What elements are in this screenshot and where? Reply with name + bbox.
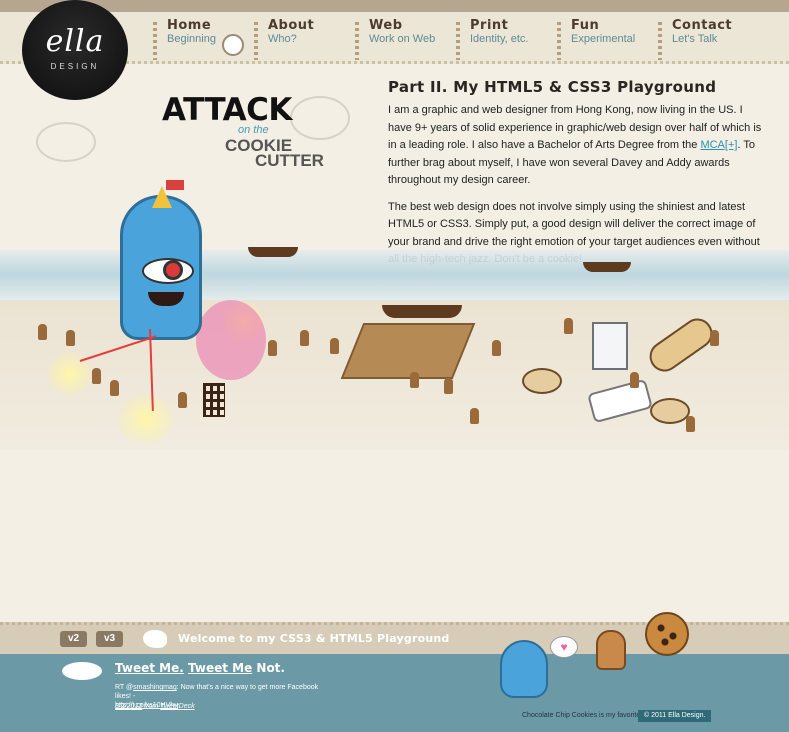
intro-content: Part II. My HTML5 & CSS3 Playground I am… — [388, 78, 768, 278]
mini-monster-illustration — [500, 640, 548, 698]
version-v2-button[interactable]: v2 — [60, 631, 88, 647]
boat-illustration — [248, 247, 298, 257]
tweet-meta: 8/2/2012 from TweetDeck — [115, 703, 195, 710]
cookie-soldier — [710, 330, 719, 346]
cookie-soldier — [492, 340, 501, 356]
cloud-swirl — [290, 96, 350, 140]
cookie-soldier — [92, 368, 101, 384]
nav-contact[interactable]: Contact Let's Talk — [658, 18, 732, 64]
cookie-soldier — [110, 380, 119, 396]
mca-link[interactable]: MCA[+] — [700, 139, 737, 151]
cookie-soldier — [38, 324, 47, 340]
cookie-soldier — [410, 372, 419, 388]
fridge-illustration — [592, 322, 628, 370]
bird-nest-icon — [62, 662, 102, 680]
logo-sub: DESIGN — [50, 62, 100, 71]
cookie-soldier — [444, 378, 453, 394]
boat-illustration — [583, 262, 631, 272]
nav-print-label: Print — [470, 18, 509, 33]
nav-contact-sub: Let's Talk — [672, 33, 718, 45]
chocolate-cookie-illustration — [645, 612, 689, 656]
logo-word: ella — [45, 24, 105, 59]
tweet-date-link[interactable]: 8/2/2012 — [115, 703, 142, 710]
heart-bubble-icon: ♥ — [550, 636, 578, 658]
tweet-source-link[interactable]: TweetDeck — [160, 703, 195, 710]
nav-home-sub: Beginning — [167, 33, 216, 45]
sack-illustration — [522, 368, 562, 394]
beam-effect — [196, 300, 266, 380]
welcome-text: Welcome to my CSS3 & HTML5 Playground — [178, 632, 450, 645]
logo[interactable]: ella DESIGN — [22, 0, 128, 100]
nav-web-label: Web — [369, 18, 403, 33]
tweet-from: from — [142, 703, 161, 710]
cookie-soldier — [66, 330, 75, 346]
cookie-tray-illustration — [340, 323, 476, 379]
flag-icon — [166, 180, 184, 190]
hero-title-attack: ATTACK — [162, 92, 292, 128]
favorite-note: Chocolate Chip Cookies is my favorite! — [522, 712, 643, 719]
siege-tower-illustration — [203, 383, 225, 417]
tweet-me-link-2[interactable]: Tweet Me — [188, 661, 252, 675]
gingerbread-illustration — [596, 630, 626, 670]
cookie-soldier — [268, 340, 277, 356]
page-title: Part II. My HTML5 & CSS3 Playground — [388, 78, 717, 96]
boat-illustration — [382, 305, 462, 318]
glow-effect — [118, 394, 174, 444]
tweet-heading-suffix: Not. — [252, 661, 285, 675]
mascot-icon — [222, 34, 244, 56]
tweet-handle-link[interactable]: smashingmag — [133, 684, 177, 691]
nav-fun-sub: Experimental — [571, 33, 636, 45]
nav-fun[interactable]: Fun Experimental — [557, 18, 635, 64]
nav-about[interactable]: About Who? — [254, 18, 314, 64]
hero-title-cutter: CUTTER — [255, 151, 324, 170]
nav-print[interactable]: Print Identity, etc. — [456, 18, 529, 64]
nav-web-sub: Work on Web — [369, 33, 436, 45]
nav-about-label: About — [268, 18, 315, 33]
cookie-soldier — [686, 416, 695, 432]
tweet-rt: RT @ — [115, 684, 134, 691]
cookie-soldier — [564, 318, 573, 334]
top-strip — [0, 0, 789, 12]
cloud-swirl — [36, 122, 96, 162]
nav-fun-label: Fun — [571, 18, 600, 33]
nav-home[interactable]: Home Beginning — [153, 18, 216, 64]
twitter-bird-icon — [143, 630, 167, 648]
cookie-soldier — [470, 408, 479, 424]
tweet-heading: Tweet Me. Tweet Me Not. — [115, 661, 285, 675]
sack-illustration — [650, 398, 690, 424]
nav-home-label: Home — [167, 18, 212, 33]
cookie-soldier — [178, 392, 187, 408]
version-v3-button[interactable]: v3 — [96, 631, 124, 647]
nav-web[interactable]: Web Work on Web — [355, 18, 435, 64]
hero-title-on-the: on the — [238, 124, 269, 136]
nav-about-sub: Who? — [268, 33, 297, 45]
cookie-soldier — [630, 372, 639, 388]
tweet-me-link[interactable]: Tweet Me. — [115, 661, 184, 675]
nav-contact-label: Contact — [672, 18, 733, 33]
monster-pupil — [163, 260, 183, 280]
cookie-soldier — [300, 330, 309, 346]
cookie-soldier — [330, 338, 339, 354]
copyright-badge: © 2011 Ella Design. — [638, 710, 712, 722]
intro-paragraph-1: I am a graphic and web designer from Hon… — [388, 102, 768, 190]
nav-print-sub: Identity, etc. — [470, 33, 529, 45]
